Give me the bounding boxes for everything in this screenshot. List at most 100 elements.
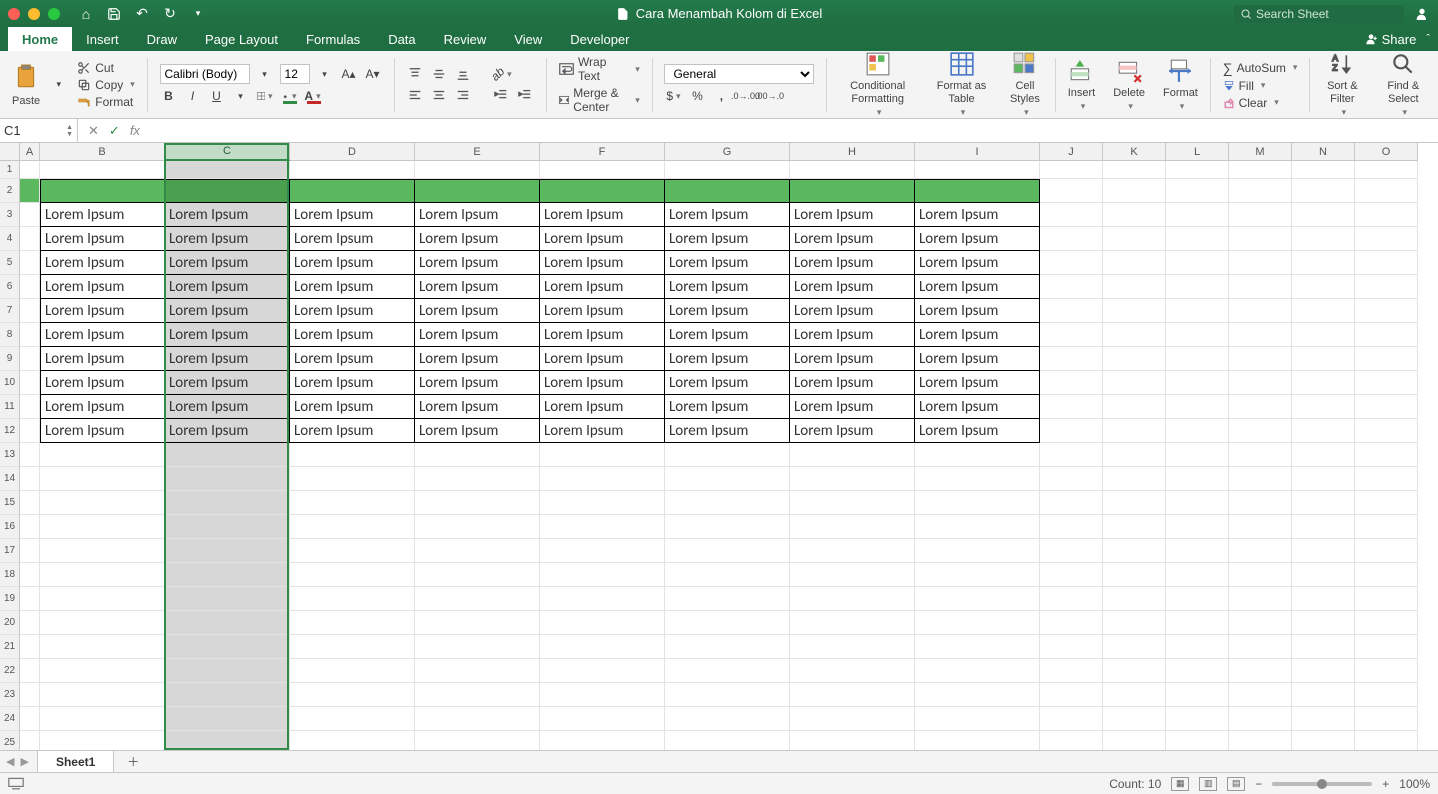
cell[interactable]: Lorem Ipsum xyxy=(665,299,790,323)
delete-cells-button[interactable]: Delete xyxy=(1107,58,1151,112)
font-size-dropdown-icon[interactable]: ▾ xyxy=(316,65,334,83)
cell[interactable]: Lorem Ipsum xyxy=(40,395,165,419)
cell[interactable]: Lorem Ipsum xyxy=(790,251,915,275)
align-right-icon[interactable] xyxy=(454,86,472,104)
cell[interactable] xyxy=(415,731,540,750)
cell[interactable] xyxy=(20,203,40,227)
row-header[interactable]: 4 xyxy=(0,227,20,251)
cell[interactable] xyxy=(1040,707,1103,731)
sheet-tab[interactable]: Sheet1 xyxy=(38,751,113,772)
cell[interactable] xyxy=(20,299,40,323)
cell[interactable] xyxy=(1040,611,1103,635)
cell[interactable]: Lorem Ipsum xyxy=(665,251,790,275)
cell[interactable] xyxy=(1166,227,1229,251)
cell[interactable] xyxy=(1166,443,1229,467)
cell[interactable]: Lorem Ipsum xyxy=(665,371,790,395)
cell[interactable] xyxy=(915,539,1040,563)
cell[interactable] xyxy=(1040,683,1103,707)
fill-button[interactable]: Fill xyxy=(1223,79,1298,93)
cell[interactable] xyxy=(1292,179,1355,203)
cell[interactable]: Lorem Ipsum xyxy=(165,299,290,323)
cell[interactable] xyxy=(540,683,665,707)
cell[interactable] xyxy=(20,731,40,750)
cell[interactable] xyxy=(915,563,1040,587)
column-header[interactable]: B xyxy=(40,143,165,161)
cell[interactable] xyxy=(915,731,1040,750)
cell[interactable] xyxy=(1292,467,1355,491)
fill-color-button[interactable] xyxy=(280,87,298,105)
cell[interactable] xyxy=(915,611,1040,635)
decrease-font-icon[interactable]: A▾ xyxy=(364,65,382,83)
cell[interactable] xyxy=(1103,347,1166,371)
cell[interactable] xyxy=(1355,323,1418,347)
cell[interactable] xyxy=(1229,227,1292,251)
cell[interactable] xyxy=(290,707,415,731)
cell[interactable]: Lorem Ipsum xyxy=(915,371,1040,395)
cell[interactable] xyxy=(1355,611,1418,635)
cell[interactable] xyxy=(915,515,1040,539)
cell[interactable] xyxy=(40,683,165,707)
cell[interactable]: Lorem Ipsum xyxy=(915,275,1040,299)
cell[interactable]: Lorem Ipsum xyxy=(915,347,1040,371)
cell[interactable] xyxy=(415,563,540,587)
column-header[interactable]: C xyxy=(165,143,290,161)
share-button[interactable]: Share xyxy=(1364,32,1417,47)
cell[interactable] xyxy=(20,251,40,275)
cell[interactable] xyxy=(1229,323,1292,347)
cell[interactable] xyxy=(1103,323,1166,347)
cell[interactable] xyxy=(1103,203,1166,227)
cell[interactable] xyxy=(790,467,915,491)
cell[interactable] xyxy=(540,563,665,587)
sheet-nav-prev-icon[interactable]: ◀ xyxy=(6,755,14,768)
cell[interactable]: Lorem Ipsum xyxy=(290,419,415,443)
cell[interactable] xyxy=(1166,179,1229,203)
cell[interactable] xyxy=(40,587,165,611)
currency-button[interactable]: $ xyxy=(664,87,682,105)
cell[interactable] xyxy=(20,443,40,467)
cell[interactable] xyxy=(1040,395,1103,419)
cell[interactable] xyxy=(1103,707,1166,731)
cell[interactable] xyxy=(1292,731,1355,750)
cell[interactable] xyxy=(20,707,40,731)
column-header[interactable]: J xyxy=(1040,143,1103,161)
cell[interactable] xyxy=(1355,443,1418,467)
cell[interactable] xyxy=(790,161,915,179)
add-sheet-button[interactable]: ＋ xyxy=(122,753,144,770)
cell[interactable] xyxy=(1166,731,1229,750)
cell[interactable] xyxy=(915,161,1040,179)
italic-button[interactable]: I xyxy=(184,87,202,105)
cell[interactable] xyxy=(40,179,165,203)
row-header[interactable]: 1 xyxy=(0,161,20,179)
cell[interactable] xyxy=(1355,179,1418,203)
row-header[interactable]: 2 xyxy=(0,179,20,203)
merge-center-button[interactable]: Merge & Center xyxy=(559,86,640,114)
cell[interactable]: Lorem Ipsum xyxy=(665,227,790,251)
cell[interactable] xyxy=(165,179,290,203)
cell[interactable] xyxy=(1040,347,1103,371)
cell[interactable] xyxy=(20,227,40,251)
cell[interactable] xyxy=(415,443,540,467)
cell[interactable] xyxy=(1229,299,1292,323)
cell[interactable] xyxy=(665,491,790,515)
cell[interactable] xyxy=(665,707,790,731)
cell[interactable]: Lorem Ipsum xyxy=(540,395,665,419)
cell[interactable] xyxy=(1292,563,1355,587)
cell[interactable]: Lorem Ipsum xyxy=(165,275,290,299)
cell[interactable]: Lorem Ipsum xyxy=(290,275,415,299)
tab-draw[interactable]: Draw xyxy=(133,27,191,51)
cell[interactable] xyxy=(20,635,40,659)
cell[interactable]: Lorem Ipsum xyxy=(415,419,540,443)
format-painter-button[interactable]: Format xyxy=(77,95,135,109)
sort-filter-button[interactable]: AZ Sort & Filter xyxy=(1316,51,1368,117)
cell[interactable] xyxy=(1103,161,1166,179)
cell[interactable]: Lorem Ipsum xyxy=(790,227,915,251)
cell[interactable] xyxy=(1292,371,1355,395)
cell[interactable] xyxy=(415,683,540,707)
cell[interactable] xyxy=(1166,347,1229,371)
cell[interactable] xyxy=(790,683,915,707)
cell[interactable] xyxy=(1292,515,1355,539)
column-header[interactable]: N xyxy=(1292,143,1355,161)
cell[interactable]: Lorem Ipsum xyxy=(40,323,165,347)
cell[interactable] xyxy=(1103,587,1166,611)
cell[interactable] xyxy=(415,611,540,635)
